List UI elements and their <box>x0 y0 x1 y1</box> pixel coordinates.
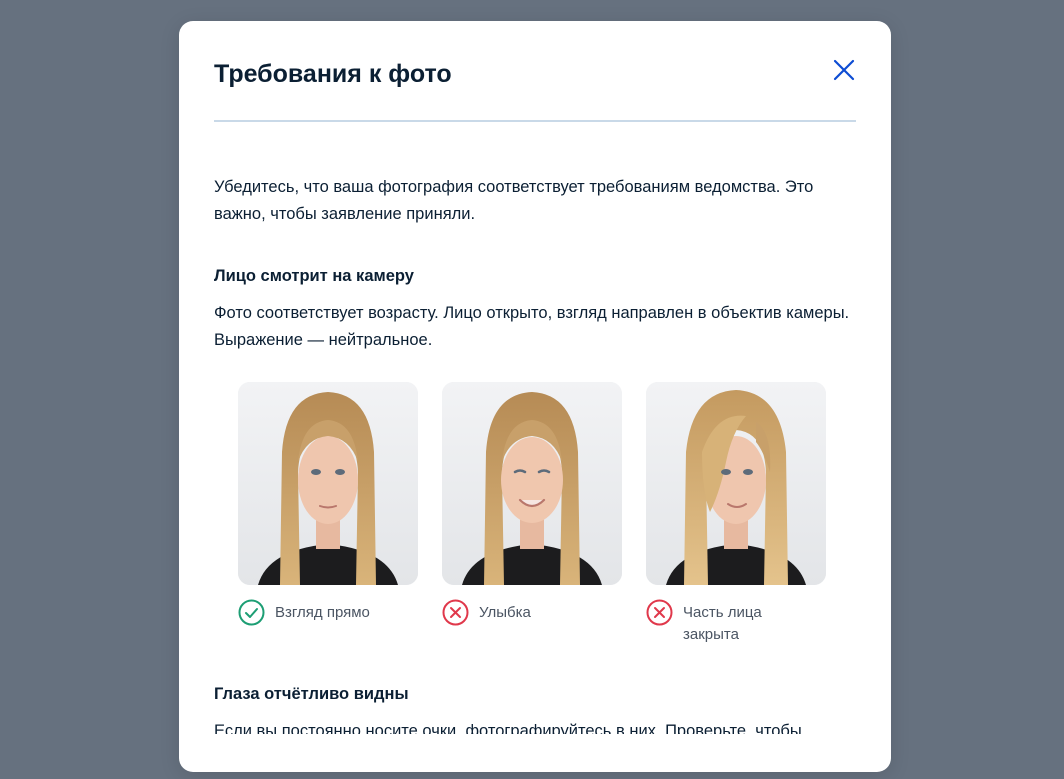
caption-label: Взгляд прямо <box>275 604 370 621</box>
check-circle-icon <box>238 599 265 626</box>
section-text-eyes: Если вы постоянно носите очки, фотографи… <box>214 722 802 734</box>
intro-text: Убедитесь, что ваша фотография соответст… <box>214 178 814 223</box>
photo-example-covered: Часть лица закрыта <box>646 382 826 646</box>
photo-example-smile: Улыбка <box>442 382 622 626</box>
section-heading-eyes: Глаза отчётливо видны <box>214 685 409 703</box>
close-button[interactable] <box>831 57 857 83</box>
photo-example-straight: Взгляд прямо <box>238 382 418 626</box>
cross-circle-icon <box>646 599 673 626</box>
caption-label: Улыбка <box>479 604 531 621</box>
modal-content[interactable]: Убедитесь, что ваша фотография соответст… <box>214 122 856 734</box>
caption-label: Часть лица закрыта <box>683 604 762 643</box>
photo-requirements-modal: Требования к фото Убедитесь, что ваша фо… <box>179 21 891 772</box>
cross-circle-icon <box>442 599 469 626</box>
section-heading-face: Лицо смотрит на камеру <box>214 267 414 285</box>
portrait-photo <box>646 382 826 585</box>
portrait-photo <box>238 382 418 585</box>
caption-straight: Взгляд прямо <box>238 599 418 626</box>
section-text-face: Фото соответствует возрасту. Лицо открыт… <box>214 304 850 349</box>
caption-covered: Часть лица закрыта <box>646 599 826 646</box>
caption-smile: Улыбка <box>442 599 622 626</box>
portrait-photo <box>442 382 622 585</box>
close-icon <box>833 59 855 81</box>
modal-title: Требования к фото <box>214 60 452 88</box>
